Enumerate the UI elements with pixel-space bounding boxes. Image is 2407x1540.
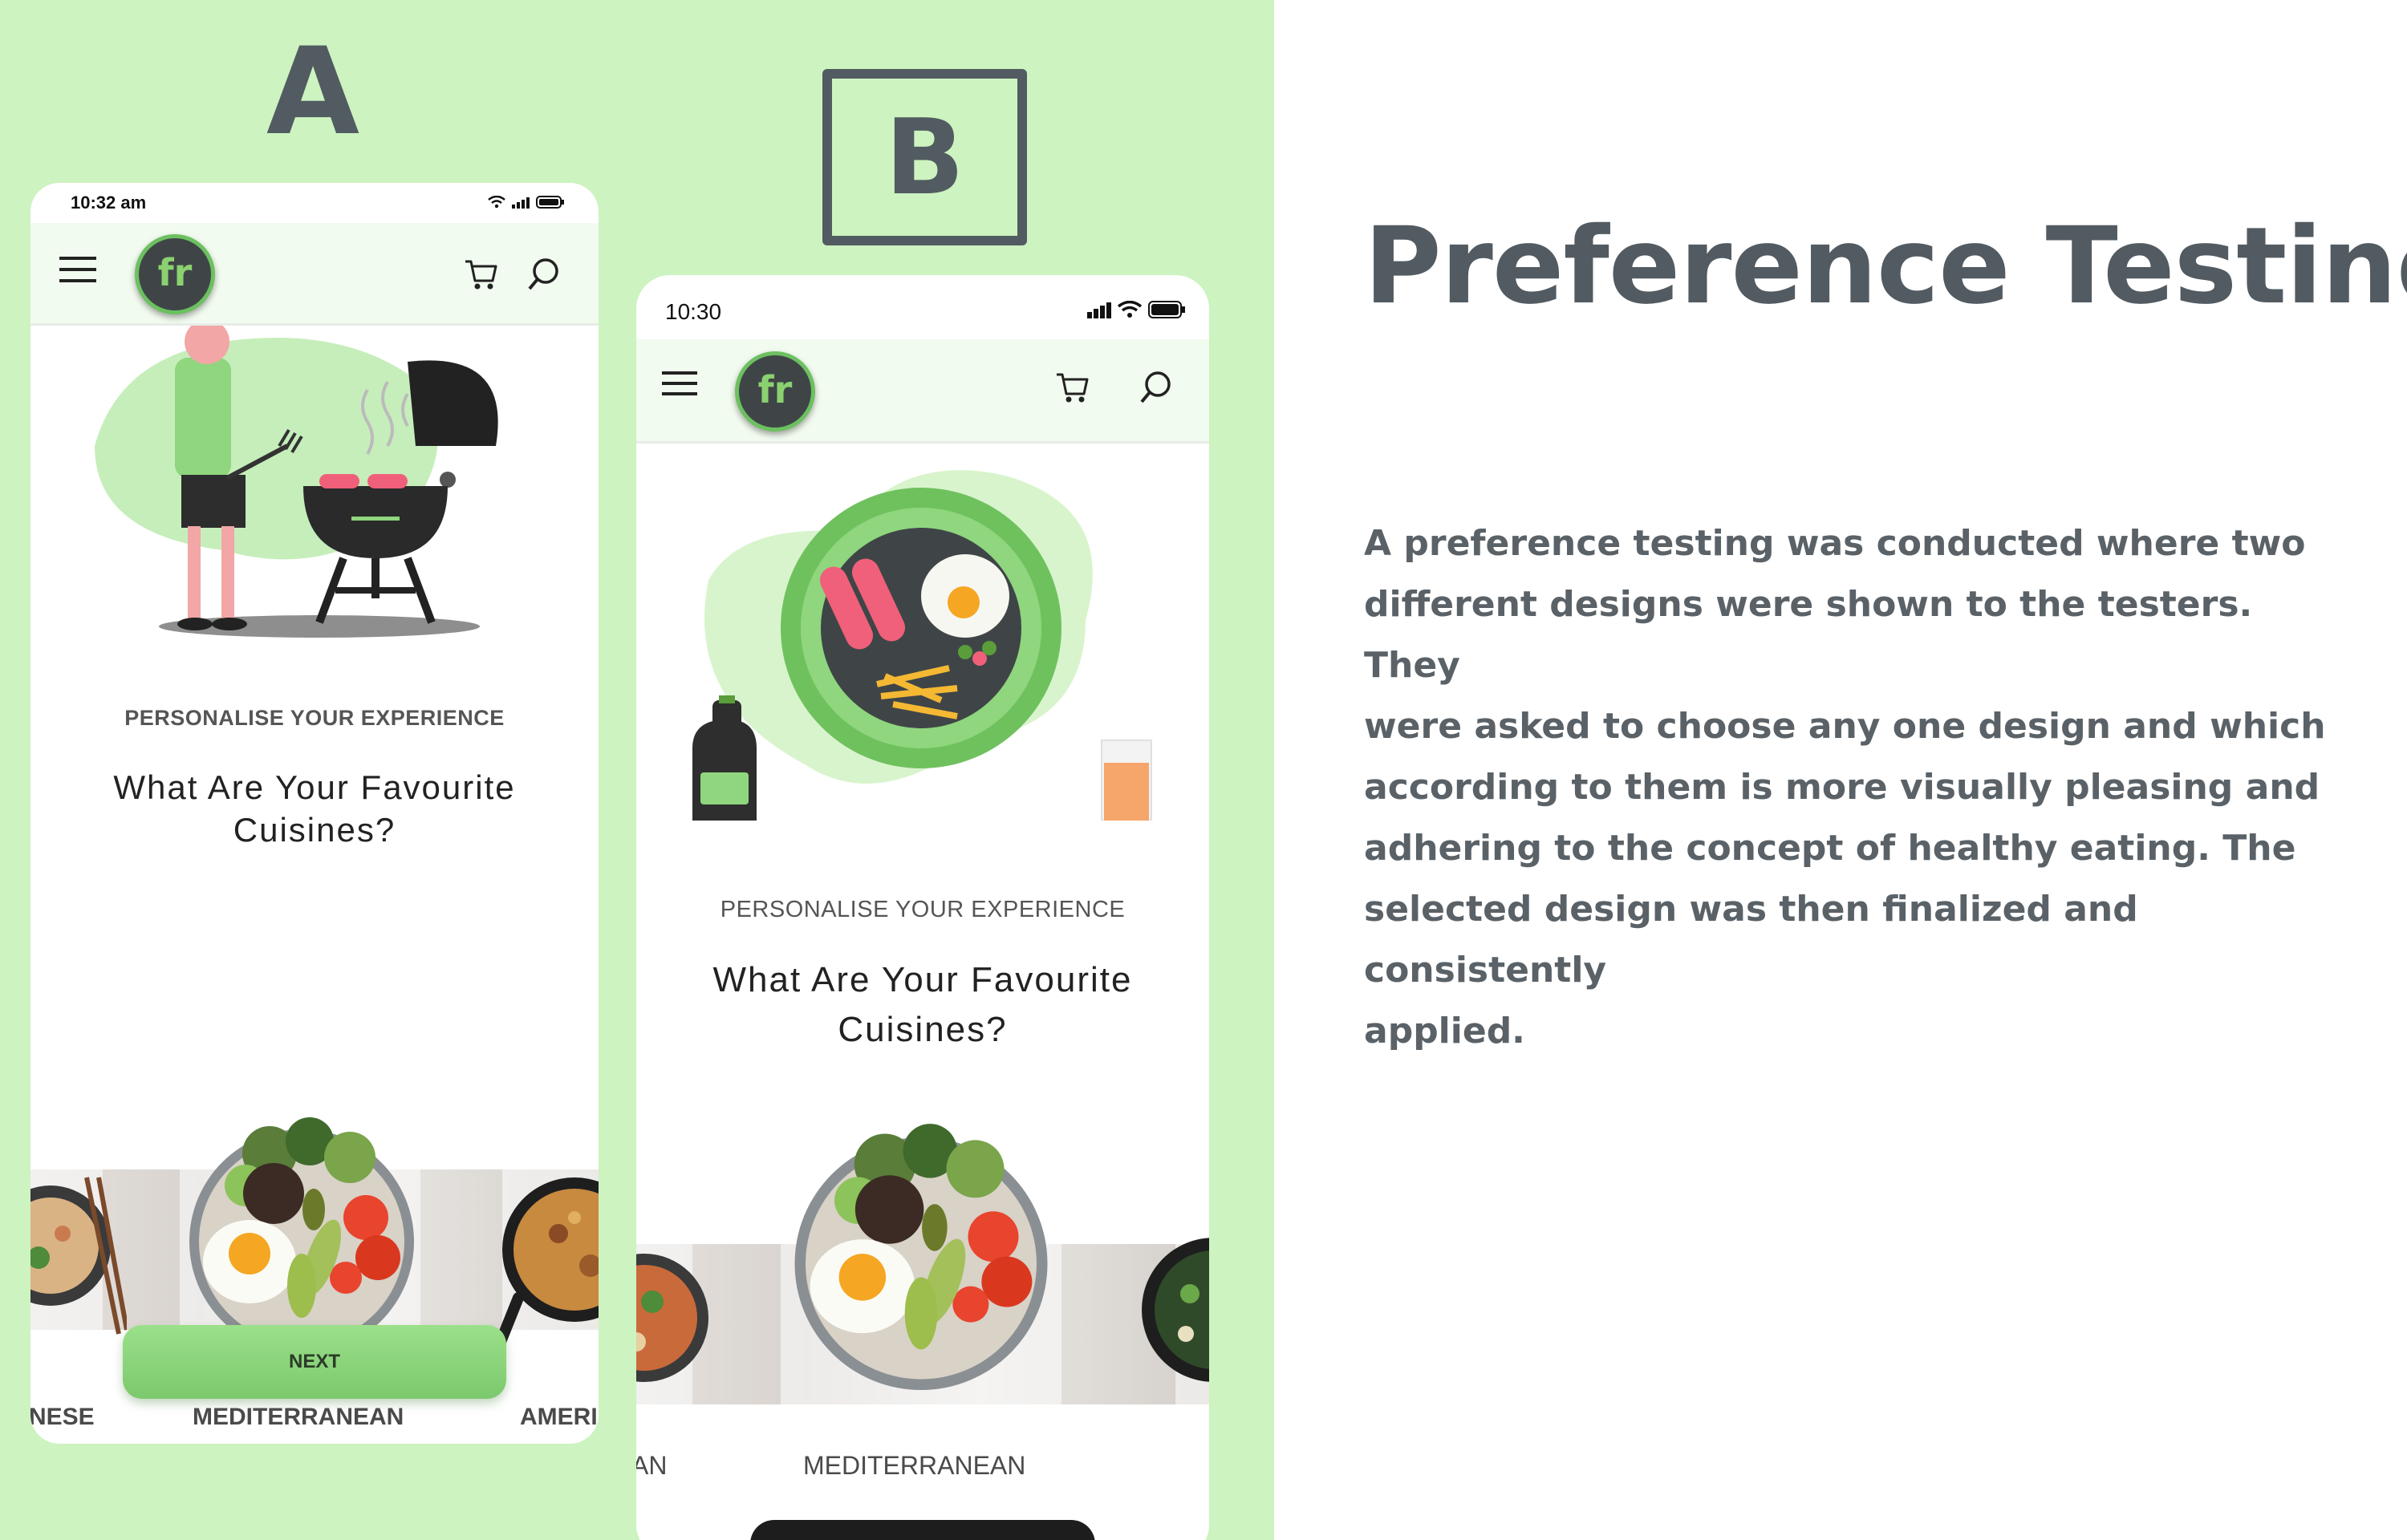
signal-icon — [1087, 302, 1111, 318]
question-line-1: What Are Your Favourite — [712, 960, 1133, 999]
paragraph-line: applied. — [1364, 1011, 1525, 1052]
status-time: 10:30 — [665, 299, 722, 324]
phone-design-b: 10:30 fr PERSONALISE YOUR EXPERIENCE Wha… — [636, 275, 1209, 1540]
battery-icon — [536, 196, 564, 209]
page-title: Preference Testing — [1364, 205, 2407, 328]
app-header: fr — [636, 339, 1209, 444]
design-comparison-panel: A B 10:32 am fr PERSONALISE YOUR EXPERIE… — [0, 0, 1274, 1540]
paragraph-line: A preference testing was conducted where… — [1364, 523, 2306, 564]
paragraph-line: adhering to the concept of healthy eatin… — [1364, 828, 2296, 869]
paragraph-line: different designs were shown to the test… — [1364, 584, 2253, 686]
description-paragraph: A preference testing was conducted where… — [1364, 513, 2335, 1062]
cuisine-label: AMERI — [520, 1404, 598, 1430]
next-button[interactable]: NEXT — [123, 1325, 506, 1399]
eyebrow-text: PERSONALISE YOUR EXPERIENCE — [720, 897, 1126, 922]
search-icon[interactable] — [526, 257, 562, 292]
eyebrow-text: PERSONALISE YOUR EXPERIENCE — [124, 706, 505, 730]
question-heading: What Are Your Favourite Cuisines? — [30, 767, 599, 851]
design-a-label: A — [266, 22, 360, 162]
wifi-icon — [1118, 301, 1142, 318]
question-heading: What Are Your Favourite Cuisines? — [636, 955, 1209, 1054]
paragraph-line: selected design was then finalized and c… — [1364, 889, 2138, 991]
design-b-label: B — [822, 69, 1027, 245]
cuisine-carousel[interactable]: AN MEDITERRANEAN — [636, 1101, 1209, 1510]
noodle-bowl-image — [30, 1177, 127, 1335]
question-line-2: Cuisines? — [233, 810, 396, 849]
cuisine-label: AN — [636, 1451, 668, 1480]
description-panel: Preference Testing A preference testing … — [1274, 0, 2407, 1540]
cart-icon[interactable] — [1055, 370, 1090, 405]
bottom-button[interactable] — [750, 1520, 1095, 1540]
status-icons — [488, 196, 565, 209]
healthy-plate-illustration — [692, 470, 1152, 821]
app-header: fr — [30, 223, 599, 326]
search-icon[interactable] — [1139, 370, 1174, 405]
paragraph-line: according to them is more visually pleas… — [1364, 767, 2320, 808]
question-line-1: What Are Your Favourite — [113, 768, 516, 806]
status-time: 10:32 am — [71, 192, 147, 213]
signal-icon — [512, 197, 530, 209]
mediterranean-bowl-image — [189, 1117, 414, 1354]
cuisine-label: MEDITERRANEAN — [193, 1404, 404, 1430]
battery-icon — [1148, 301, 1185, 318]
cart-icon[interactable] — [464, 257, 499, 292]
wifi-icon — [488, 196, 505, 209]
brand-logo[interactable]: fr — [135, 234, 215, 314]
question-line-2: Cuisines? — [838, 1009, 1008, 1049]
status-bar: 10:32 am — [30, 183, 599, 223]
cuisine-label: MEDITERRANEAN — [803, 1451, 1026, 1480]
phone-design-a: 10:32 am fr PERSONALISE YOUR EXPERIENCE … — [30, 183, 599, 1444]
hamburger-menu-icon[interactable] — [662, 370, 697, 397]
status-icons — [1087, 301, 1185, 318]
mediterranean-bowl-image — [794, 1124, 1048, 1390]
side-dish-image — [636, 1254, 708, 1382]
cuisine-label: NESE — [30, 1404, 95, 1430]
side-dish-image — [1142, 1238, 1209, 1382]
barbecue-illustration — [95, 326, 498, 638]
cuisine-carousel[interactable]: NESE MEDITERRANEAN AMERI — [30, 905, 599, 1442]
paragraph-line: were asked to choose any one design and … — [1364, 706, 2326, 747]
brand-logo[interactable]: fr — [735, 351, 815, 432]
status-bar: 10:30 — [636, 275, 1209, 339]
hamburger-menu-icon[interactable] — [59, 255, 96, 284]
